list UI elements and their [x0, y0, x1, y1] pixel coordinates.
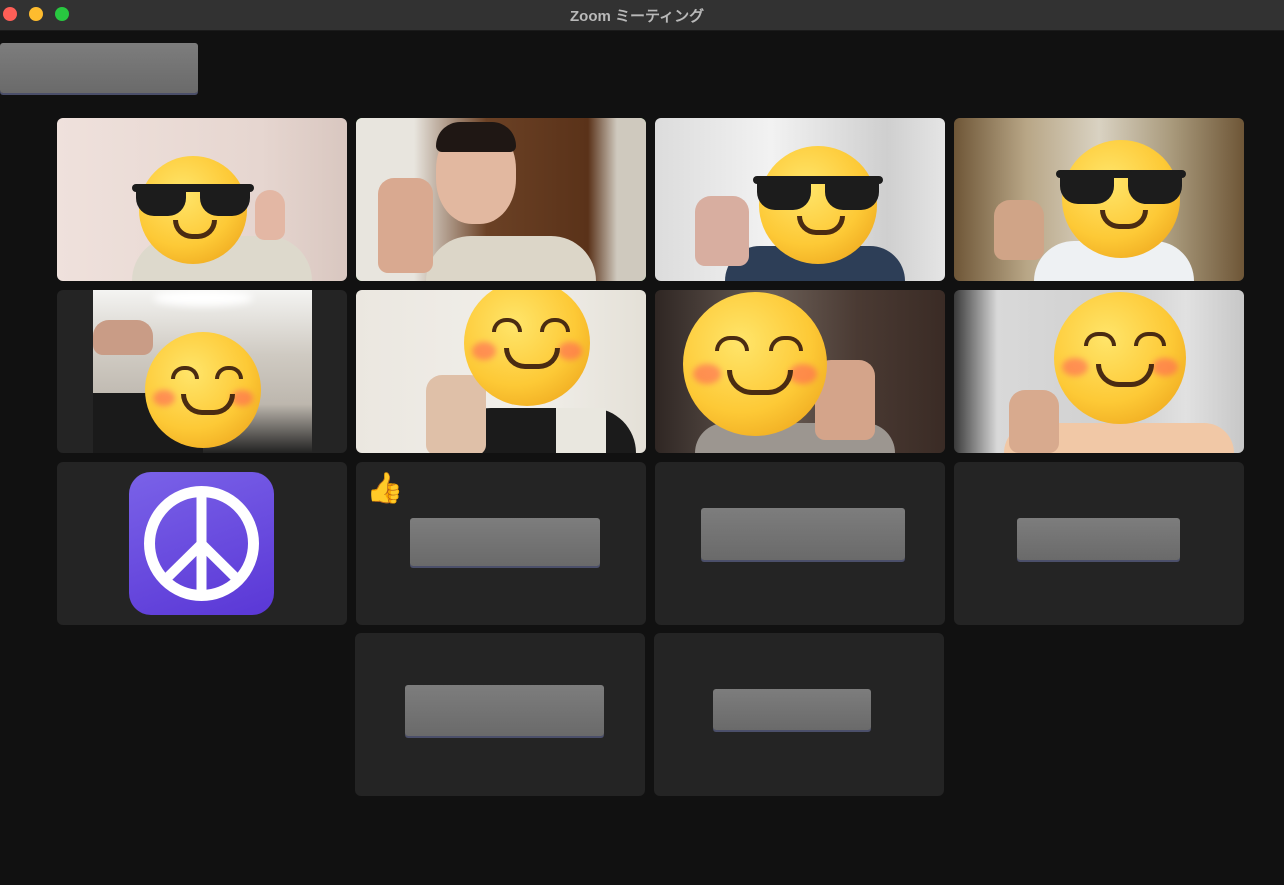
participant-video-tile[interactable] [57, 290, 347, 453]
gallery-view: 👍 [0, 31, 1284, 881]
participant-tile-no-video[interactable] [954, 462, 1244, 625]
video-feed [356, 118, 646, 281]
sunglasses-emoji-icon [753, 146, 883, 264]
sunglasses-emoji-icon [132, 156, 254, 264]
participant-video-tile[interactable] [655, 290, 945, 453]
participant-tile-no-video[interactable] [655, 462, 945, 625]
redacted-name [701, 508, 905, 560]
peace-symbol-icon [129, 472, 274, 615]
smiling-emoji-icon [683, 292, 827, 436]
redacted-name [0, 43, 198, 93]
participant-tile-no-video[interactable]: 👍 [356, 462, 646, 625]
active-speaker-video-tile[interactable] [356, 118, 646, 281]
participant-video-tile[interactable] [57, 118, 347, 281]
redacted-name [410, 518, 600, 566]
participant-video-tile[interactable] [954, 118, 1244, 281]
participant-video-tile[interactable] [655, 118, 945, 281]
redacted-name [405, 685, 604, 736]
smiling-emoji-icon [1054, 292, 1186, 424]
window-title: Zoom ミーティング [570, 8, 705, 25]
participant-video-tile[interactable] [356, 290, 646, 453]
participant-tile-no-video[interactable] [654, 633, 944, 796]
participant-video-tile[interactable] [954, 290, 1244, 453]
thumbs-up-reaction-icon: 👍 [366, 472, 404, 505]
title-bar: Zoom ミーティング [0, 0, 1284, 31]
smiling-emoji-icon [145, 332, 261, 448]
participant-tile-no-video[interactable] [57, 462, 347, 625]
sunglasses-emoji-icon [1056, 140, 1186, 258]
redacted-name [1017, 518, 1180, 560]
participant-tile-no-video[interactable] [355, 633, 645, 796]
redacted-name [713, 689, 871, 730]
